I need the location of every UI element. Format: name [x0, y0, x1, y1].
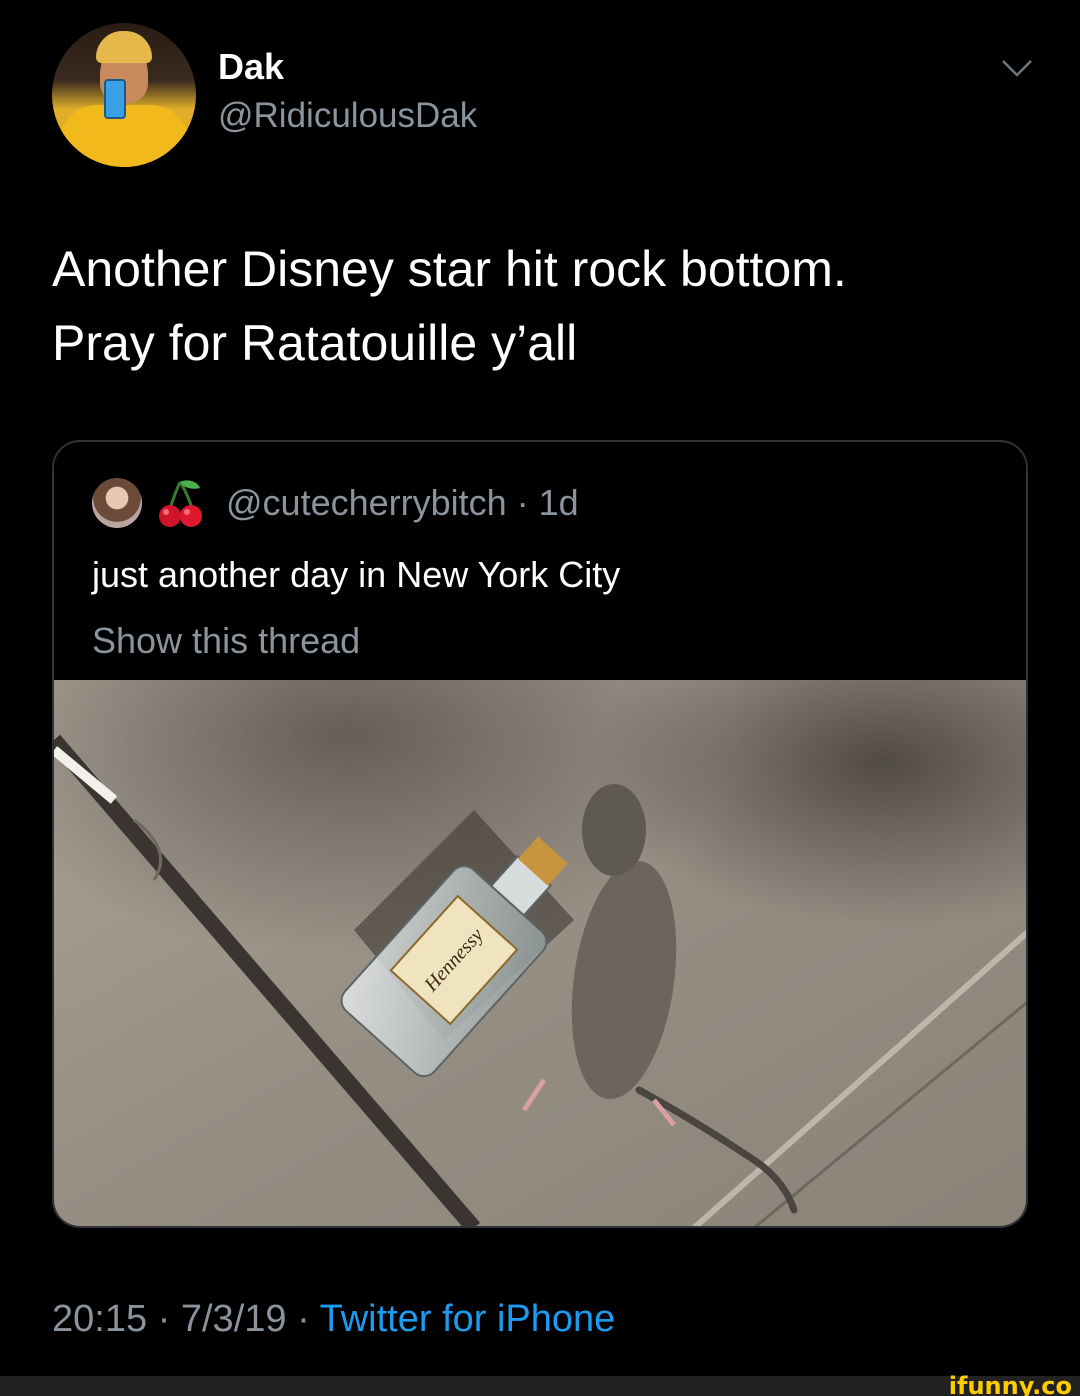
ifunny-watermark: ifunny.co — [948, 1372, 1072, 1396]
cherry-icon — [159, 480, 202, 527]
avatar-phone — [104, 79, 126, 119]
tweet-meta: 20:15 · 7/3/19 · Twitter for iPhone — [52, 1298, 615, 1341]
show-thread-link[interactable]: Show this thread — [92, 620, 360, 662]
author-avatar[interactable] — [52, 23, 196, 167]
source-link[interactable]: Twitter for iPhone — [320, 1298, 616, 1340]
tweet-text: Another Disney star hit rock bottom. Pra… — [52, 232, 1032, 380]
quoted-tweet-card[interactable]: @cutecherrybitch · 1d just another day i… — [52, 440, 1028, 1228]
quoted-photo[interactable]: Hennessy — [54, 680, 1028, 1228]
quoted-text: just another day in New York City — [92, 554, 621, 595]
avatar-cap — [96, 31, 152, 63]
bottom-bar — [0, 1376, 1080, 1396]
timestamp: 20:15 · 7/3/19 · — [52, 1298, 320, 1340]
quoted-handle[interactable]: @cutecherrybitch · 1d — [226, 482, 579, 524]
tweet-text-line-2: Pray for Ratatouille y’all — [52, 315, 578, 371]
chevron-down-icon[interactable] — [1000, 56, 1034, 80]
quoted-avatar[interactable] — [92, 478, 142, 528]
tweet-text-line-1: Another Disney star hit rock bottom. — [52, 241, 847, 297]
author-handle[interactable]: @RidiculousDak — [218, 96, 477, 136]
author-name[interactable]: Dak — [218, 46, 284, 88]
